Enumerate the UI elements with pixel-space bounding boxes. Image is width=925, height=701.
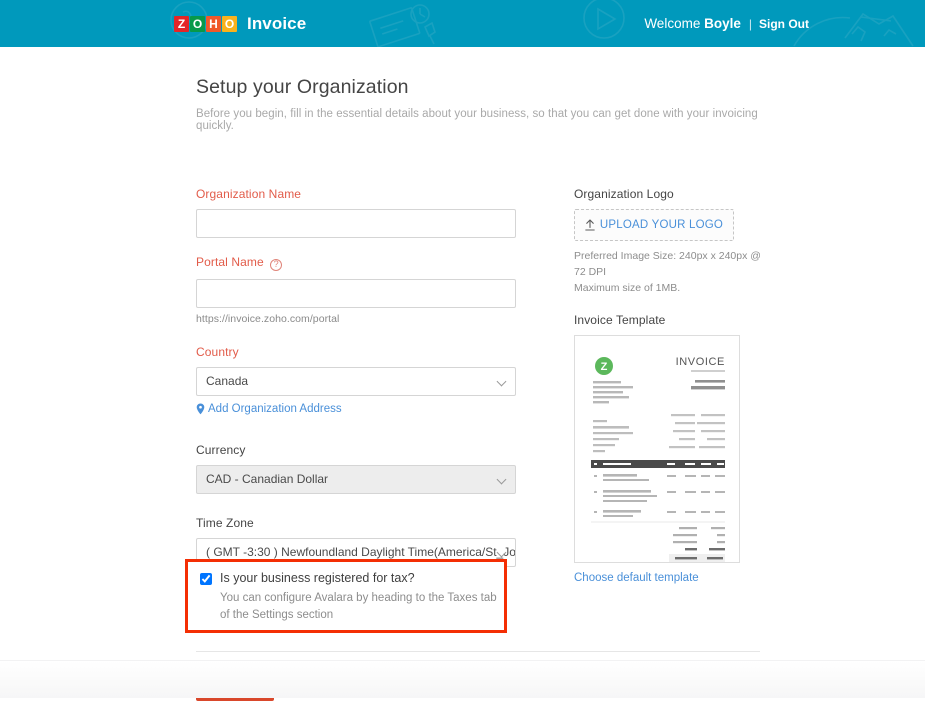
brand-product-name: Invoice	[247, 14, 306, 34]
zoho-logo-box-z: Z	[174, 16, 189, 32]
organization-media-panel: Organization Logo UPLOAD YOUR LOGO Prefe…	[574, 187, 774, 586]
map-pin-icon	[196, 403, 205, 415]
field-organization-name: Organization Name	[196, 187, 520, 238]
portal-name-label: Portal Name ?	[196, 255, 520, 271]
invoice-template-label: Invoice Template	[574, 313, 774, 327]
country-select[interactable]: Canada	[196, 367, 516, 396]
add-organization-address-label: Add Organization Address	[208, 403, 342, 415]
zoho-logo-box-o2: O	[222, 16, 237, 32]
tax-registration-highlight: Is your business registered for tax? You…	[185, 559, 507, 633]
header-separator: |	[749, 17, 752, 31]
page-body: Setup your Organization Before you begin…	[0, 47, 925, 660]
sign-out-link[interactable]: Sign Out	[759, 17, 809, 31]
country-label: Country	[196, 345, 520, 359]
tax-registered-description: You can configure Avalara by heading to …	[220, 590, 498, 623]
zoho-logo-box-h: H	[206, 16, 221, 32]
currency-select[interactable]: CAD - Canadian Dollar	[196, 465, 516, 494]
svg-text:Z: Z	[601, 361, 608, 373]
portal-name-input[interactable]	[196, 279, 516, 308]
logo-size-note: Preferred Image Size: 240px x 240px @ 72…	[574, 249, 774, 296]
invoice-template-preview[interactable]: Z INVOICE	[574, 335, 740, 563]
form-columns: Organization Name Portal Name ? https://…	[0, 47, 925, 660]
organization-form: Organization Name Portal Name ? https://…	[196, 187, 520, 584]
add-organization-address-link[interactable]: Add Organization Address	[196, 403, 342, 415]
user-name: Boyle	[704, 16, 741, 31]
svg-text:INVOICE: INVOICE	[676, 356, 725, 368]
zoho-logo-icon: Z O H O	[174, 16, 237, 32]
welcome-text: Welcome	[644, 16, 700, 31]
form-divider	[196, 651, 760, 652]
currency-label: Currency	[196, 443, 520, 457]
field-currency: Currency CAD - Canadian Dollar	[196, 443, 520, 494]
field-portal-name: Portal Name ? https://invoice.zoho.com/p…	[196, 255, 520, 325]
upload-arrow-icon	[585, 219, 595, 231]
organization-logo-label: Organization Logo	[574, 187, 774, 201]
logo-note-line1: Preferred Image Size: 240px x 240px @ 72…	[574, 249, 774, 281]
organization-name-input[interactable]	[196, 209, 516, 238]
portal-url-hint: https://invoice.zoho.com/portal	[196, 313, 520, 325]
tax-registered-checkbox[interactable]	[200, 573, 212, 585]
zoho-logo-box-o1: O	[190, 16, 205, 32]
brand-logo[interactable]: Z O H O Invoice	[174, 0, 306, 47]
organization-name-label: Organization Name	[196, 187, 520, 201]
invoice-template-thumbnail: Z INVOICE	[575, 336, 740, 563]
choose-default-template-link[interactable]: Choose default template	[574, 572, 699, 584]
logo-note-line2: Maximum size of 1MB.	[574, 281, 774, 297]
time-zone-label: Time Zone	[196, 516, 520, 530]
app-header: Z O H O Invoice Welcome Boyle | Sign Out	[0, 0, 925, 47]
tax-registered-question: Is your business registered for tax?	[220, 571, 415, 586]
portal-name-label-text: Portal Name	[196, 255, 264, 269]
upload-logo-button[interactable]: UPLOAD YOUR LOGO	[574, 209, 734, 241]
header-user-area: Welcome Boyle | Sign Out	[644, 0, 809, 47]
field-country: Country Canada Add Organization Address	[196, 345, 520, 420]
upload-logo-label: UPLOAD YOUR LOGO	[600, 219, 723, 231]
question-mark-icon[interactable]: ?	[270, 259, 282, 271]
page-footer	[0, 660, 925, 698]
